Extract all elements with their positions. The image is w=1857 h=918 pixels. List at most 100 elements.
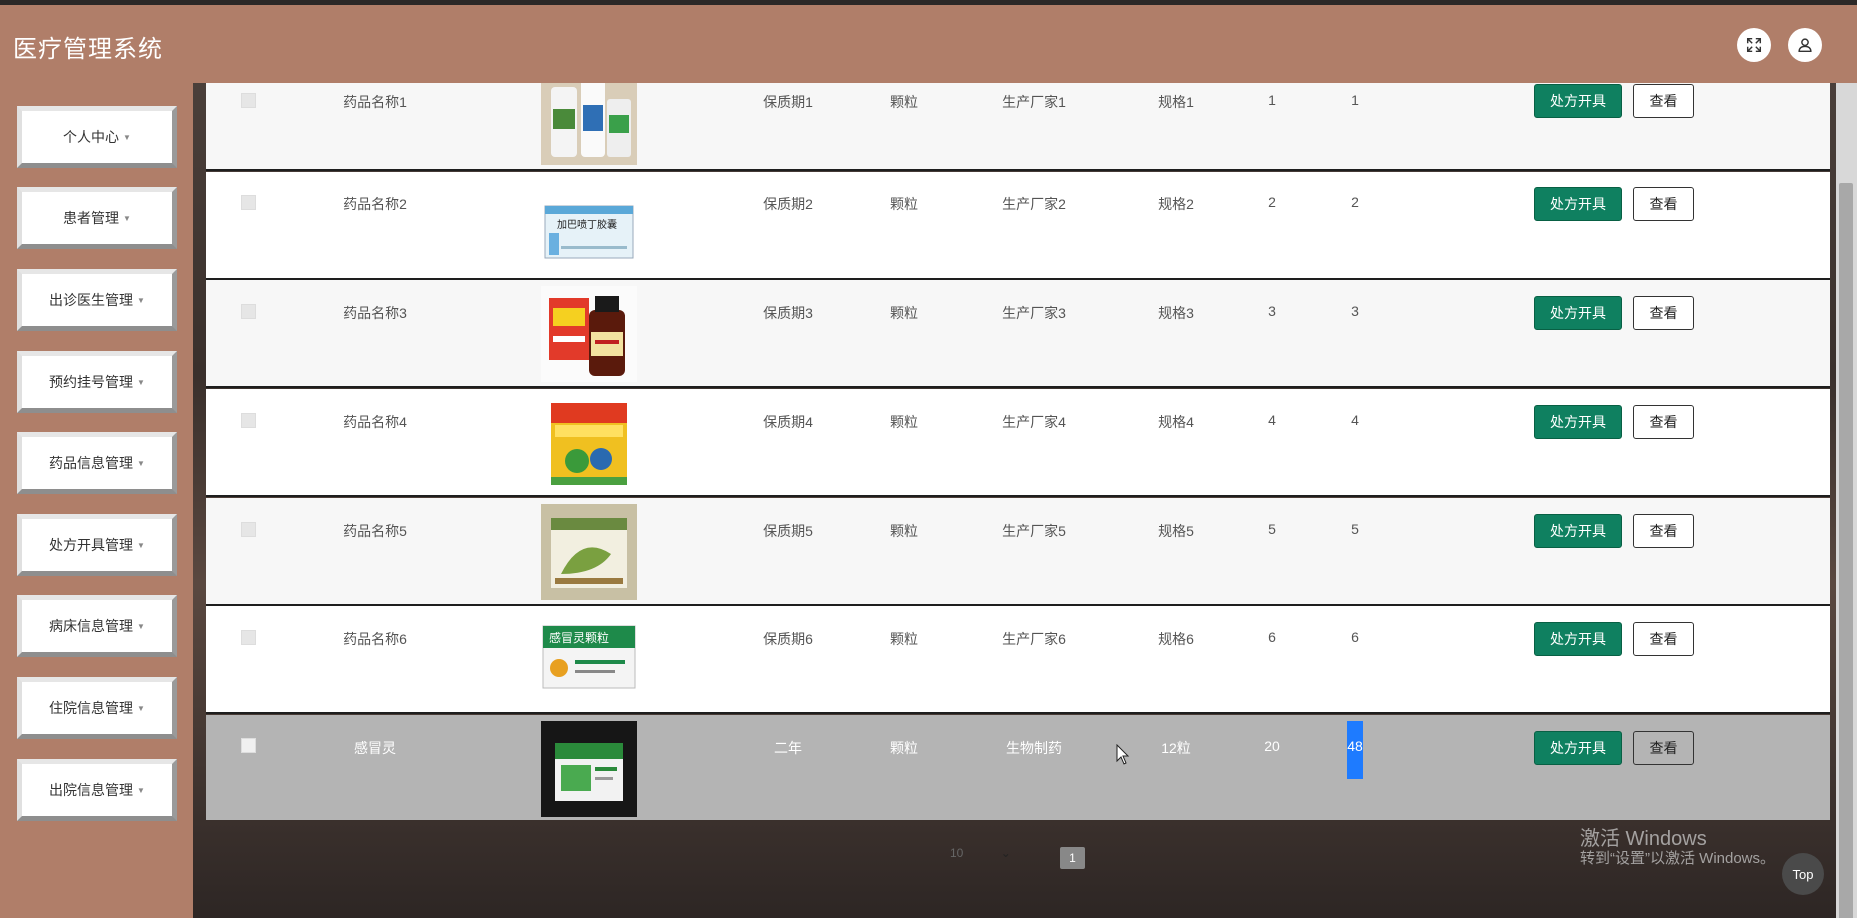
- view-button[interactable]: 查看: [1633, 84, 1694, 118]
- manufacturer: 生产厂家4: [1002, 414, 1066, 430]
- sidebar-item-patients[interactable]: 患者管理 ▼: [17, 187, 177, 249]
- back-to-top-button[interactable]: Top: [1782, 853, 1824, 895]
- specification: 规格2: [1158, 196, 1194, 212]
- price: 3: [1351, 303, 1359, 319]
- page-size-value: 10: [950, 846, 964, 860]
- medicine-image: [541, 504, 637, 600]
- cold-granule-box-label: 感冒灵颗粒: [549, 630, 609, 645]
- view-button[interactable]: 查看: [1633, 622, 1694, 656]
- sidebar-item-discharges[interactable]: 出院信息管理 ▼: [17, 759, 177, 821]
- dosage-form: 颗粒: [890, 94, 918, 110]
- view-button[interactable]: 查看: [1633, 187, 1694, 221]
- medicine-image: 加巴喷丁胶囊: [541, 178, 637, 274]
- sidebar-item-prescriptions[interactable]: 处方开具管理 ▼: [17, 514, 177, 576]
- view-button[interactable]: 查看: [1633, 405, 1694, 439]
- table-row-hovered[interactable]: 感冒灵 二年 颗粒 生物制药 12粒 20 48 处方开具 查看: [206, 715, 1830, 820]
- dosage-form: 颗粒: [890, 740, 918, 756]
- prescribe-button[interactable]: 处方开具: [1534, 296, 1622, 330]
- prescribe-button[interactable]: 处方开具: [1534, 187, 1622, 221]
- sidebar-item-admissions[interactable]: 住院信息管理 ▼: [17, 677, 177, 739]
- prescribe-button[interactable]: 处方开具: [1534, 405, 1622, 439]
- medicine-name: 药品名称1: [343, 94, 407, 110]
- price: 4: [1351, 412, 1359, 428]
- price-selected: 48: [1347, 721, 1363, 779]
- medicine-image: [541, 83, 637, 165]
- dosage-form: 颗粒: [890, 631, 918, 647]
- table-row[interactable]: 药品名称6 感冒灵颗粒 保质期6 颗粒 生产厂家6 规格6 6 6 处方开具 查…: [206, 606, 1830, 714]
- quantity: 4: [1268, 412, 1276, 428]
- chevron-down-icon: ▼: [137, 295, 145, 305]
- sidebar-item-profile[interactable]: 个人中心 ▼: [17, 106, 177, 168]
- row-checkbox[interactable]: [241, 413, 256, 428]
- dosage-form: 颗粒: [890, 523, 918, 539]
- user-menu-button[interactable]: [1788, 28, 1822, 62]
- mouse-cursor-icon: [1116, 744, 1130, 765]
- view-button[interactable]: 查看: [1633, 514, 1694, 548]
- app-title: 医疗管理系统: [13, 36, 163, 63]
- view-button[interactable]: 查看: [1633, 296, 1694, 330]
- dosage-form: 颗粒: [890, 196, 918, 212]
- shelf-life: 保质期5: [763, 523, 813, 539]
- manufacturer: 生产厂家1: [1002, 94, 1066, 110]
- quantity: 1: [1268, 92, 1276, 108]
- sidebar-item-appointments[interactable]: 预约挂号管理 ▼: [17, 351, 177, 413]
- chevron-down-icon: ▼: [137, 377, 145, 387]
- vertical-scrollbar[interactable]: [1836, 83, 1857, 918]
- quantity: 2: [1268, 194, 1276, 210]
- sidebar-item-label: 出诊医生管理: [49, 292, 134, 308]
- medicine-name: 药品名称6: [343, 631, 407, 647]
- row-checkbox[interactable]: [241, 738, 256, 753]
- medicine-name: 药品名称3: [343, 305, 407, 321]
- sidebar-item-doctors[interactable]: 出诊医生管理 ▼: [17, 269, 177, 331]
- header-bar: 医疗管理系统: [0, 5, 1857, 83]
- row-checkbox[interactable]: [241, 630, 256, 645]
- table-row[interactable]: 药品名称4 保质期4 颗粒 生产厂家4 规格4 4 4 处方开具 查看: [206, 389, 1830, 497]
- chevron-down-icon: ▼: [137, 458, 145, 468]
- row-checkbox[interactable]: [241, 93, 256, 108]
- fullscreen-button[interactable]: [1737, 28, 1771, 62]
- price: 5: [1351, 521, 1359, 537]
- sidebar-item-label: 个人中心: [63, 129, 120, 145]
- medicine-name: 感冒灵: [354, 740, 396, 756]
- manufacturer: 生物制药: [1006, 740, 1062, 756]
- shelf-life: 保质期6: [763, 631, 813, 647]
- table-row[interactable]: 药品名称2 加巴喷丁胶囊 保质期2 颗粒 生产厂家2 规格2 2 2 处方开具 …: [206, 172, 1830, 280]
- shelf-life: 二年: [774, 740, 802, 756]
- view-button[interactable]: 查看: [1633, 731, 1694, 765]
- sidebar-item-label: 药品信息管理: [49, 455, 134, 471]
- page-size-select[interactable]: 10 ⌄: [950, 846, 1011, 868]
- sidebar-item-label: 住院信息管理: [49, 700, 134, 716]
- row-checkbox[interactable]: [241, 304, 256, 319]
- manufacturer: 生产厂家3: [1002, 305, 1066, 321]
- specification: 规格4: [1158, 414, 1194, 430]
- prescribe-button[interactable]: 处方开具: [1534, 84, 1622, 118]
- user-icon: [1798, 38, 1812, 53]
- manufacturer: 生产厂家5: [1002, 523, 1066, 539]
- table-row[interactable]: 药品名称5 保质期5 颗粒 生产厂家5 规格5 5 5 处方开具 查看: [206, 498, 1830, 606]
- table-row[interactable]: 药品名称3 保质期3 颗粒 生产厂家3 规格3 3 3 处方开具 查看: [206, 280, 1830, 388]
- shelf-life: 保质期4: [763, 414, 813, 430]
- row-checkbox[interactable]: [241, 522, 256, 537]
- price: 1: [1351, 92, 1359, 108]
- sidebar-item-label: 预约挂号管理: [49, 374, 134, 390]
- prescribe-button[interactable]: 处方开具: [1534, 731, 1622, 765]
- prescribe-button[interactable]: 处方开具: [1534, 622, 1622, 656]
- sidebar-item-label: 病床信息管理: [49, 618, 134, 634]
- sidebar-item-label: 出院信息管理: [49, 782, 134, 798]
- row-checkbox[interactable]: [241, 195, 256, 210]
- sidebar-item-medicines[interactable]: 药品信息管理 ▼: [17, 432, 177, 494]
- price: 2: [1351, 194, 1359, 210]
- shelf-life: 保质期1: [763, 94, 813, 110]
- scrollbar-thumb[interactable]: [1839, 183, 1853, 918]
- shelf-life: 保质期2: [763, 196, 813, 212]
- page-button-current[interactable]: 1: [1060, 847, 1085, 869]
- specification: 规格1: [1158, 94, 1194, 110]
- specification: 规格6: [1158, 631, 1194, 647]
- manufacturer: 生产厂家6: [1002, 631, 1066, 647]
- sidebar-item-beds[interactable]: 病床信息管理 ▼: [17, 595, 177, 657]
- quantity: 3: [1268, 303, 1276, 319]
- chevron-down-icon: ▼: [137, 785, 145, 795]
- prescribe-button[interactable]: 处方开具: [1534, 514, 1622, 548]
- chevron-down-icon: ▼: [123, 213, 131, 223]
- table-row[interactable]: 药品名称1 保质期1 颗粒 生产厂家1 规格1 1 1 处方开具 查看: [206, 83, 1830, 171]
